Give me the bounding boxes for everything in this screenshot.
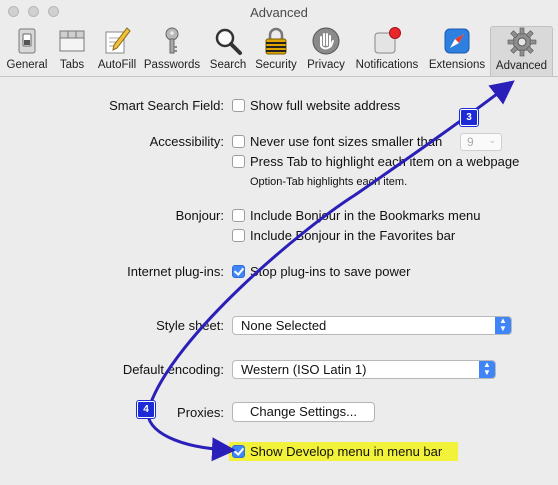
tab-label: Privacy: [307, 59, 345, 71]
smart-search-label: Smart Search Field:: [109, 98, 224, 113]
general-switch-icon: [18, 28, 36, 54]
min-font-size-checkbox[interactable]: [232, 135, 245, 148]
select-arrows-icon: ▲ ▼: [479, 361, 495, 378]
encoding-label: Default encoding:: [122, 362, 224, 377]
tab-highlight-label: Press Tab to highlight each item on a we…: [250, 154, 520, 169]
preferences-window: Advanced General Tabs AutoFill Passwords…: [0, 0, 558, 485]
tab-advanced[interactable]: Advanced: [490, 26, 553, 76]
min-font-size-value: 9: [467, 135, 474, 149]
show-develop-menu-checkbox[interactable]: [232, 445, 245, 458]
tab-label: Extensions: [428, 59, 486, 71]
tab-label: Notifications: [355, 59, 419, 71]
style-sheet-value: None Selected: [241, 318, 327, 333]
tab-label: Search: [209, 59, 247, 71]
tab-label: Security: [255, 59, 297, 71]
key-icon: [165, 27, 179, 54]
preferences-toolbar: General Tabs AutoFill Passwords Search S…: [0, 24, 558, 77]
hand-icon: [312, 27, 340, 55]
tab-highlight-checkbox[interactable]: [232, 155, 245, 168]
encoding-value: Western (ISO Latin 1): [241, 362, 367, 377]
change-proxy-settings-button[interactable]: Change Settings...: [232, 402, 375, 422]
select-arrows-icon: ▲ ▼: [495, 317, 511, 334]
chevron-down-icon: ⌄: [488, 135, 496, 145]
style-sheet-select[interactable]: None Selected ▲ ▼: [232, 316, 512, 335]
tab-autofill[interactable]: AutoFill: [94, 26, 140, 74]
min-font-size-select[interactable]: 9 ⌄: [460, 133, 502, 151]
notification-badge-icon: [374, 27, 401, 54]
tabs-window-icon: [59, 30, 85, 52]
encoding-select[interactable]: Western (ISO Latin 1) ▲ ▼: [232, 360, 496, 379]
window-title: Advanced: [250, 5, 308, 20]
plugins-label: Internet plug-ins:: [127, 264, 224, 279]
bonjour-favorites-checkbox[interactable]: [232, 229, 245, 242]
tab-label: General: [6, 59, 48, 71]
tab-highlight-note: Option-Tab highlights each item.: [250, 176, 408, 188]
stop-plugins-label: Stop plug-ins to save power: [250, 264, 411, 279]
tab-label: Tabs: [59, 59, 85, 71]
stop-plugins-checkbox[interactable]: [232, 265, 245, 278]
stop-plugins-option[interactable]: Stop plug-ins to save power: [232, 264, 410, 279]
bonjour-favorites-option[interactable]: Include Bonjour in the Favorites bar: [232, 228, 455, 243]
show-develop-menu-option[interactable]: Show Develop menu in menu bar: [232, 444, 442, 459]
bonjour-bookmarks-label: Include Bonjour in the Bookmarks menu: [250, 208, 481, 223]
bonjour-label: Bonjour:: [175, 208, 224, 223]
tab-security[interactable]: Security: [252, 26, 300, 74]
compass-icon: [444, 28, 470, 54]
tab-label: Advanced: [495, 60, 548, 72]
step-4-badge: 4: [136, 400, 156, 419]
smart-search-checkbox[interactable]: [232, 99, 245, 112]
tab-notifications[interactable]: Notifications: [351, 26, 423, 74]
show-develop-menu-label: Show Develop menu in menu bar: [250, 444, 443, 459]
advanced-settings-panel: Smart Search Field: Show full website ad…: [0, 77, 558, 485]
step-3-badge: 3: [459, 108, 479, 127]
tab-search[interactable]: Search: [206, 26, 250, 74]
title-bar: Advanced: [0, 0, 558, 24]
tab-tabs[interactable]: Tabs: [53, 26, 91, 74]
padlock-icon: [265, 27, 287, 55]
bonjour-bookmarks-checkbox[interactable]: [232, 209, 245, 222]
tab-extensions[interactable]: Extensions: [426, 26, 488, 74]
tab-highlight-option[interactable]: Press Tab to highlight each item on a we…: [232, 154, 519, 169]
smart-search-option[interactable]: Show full website address: [232, 98, 400, 113]
bonjour-favorites-label: Include Bonjour in the Favorites bar: [250, 228, 456, 243]
accessibility-label: Accessibility:: [149, 134, 224, 149]
min-font-size-label: Never use font sizes smaller than: [250, 134, 443, 149]
pencil-form-icon: [105, 27, 131, 54]
min-font-size-option[interactable]: Never use font sizes smaller than: [232, 134, 442, 149]
proxies-label: Proxies:: [177, 405, 224, 420]
tab-label: Passwords: [143, 59, 201, 71]
style-sheet-label: Style sheet:: [156, 318, 224, 333]
tab-general[interactable]: General: [4, 26, 50, 74]
magnifier-icon: [215, 28, 242, 55]
tab-privacy[interactable]: Privacy: [304, 26, 348, 74]
tab-label: AutoFill: [97, 59, 137, 71]
smart-search-option-label: Show full website address: [250, 98, 401, 113]
bonjour-bookmarks-option[interactable]: Include Bonjour in the Bookmarks menu: [232, 208, 481, 223]
tab-passwords[interactable]: Passwords: [142, 26, 202, 74]
gear-icon: [507, 27, 536, 57]
